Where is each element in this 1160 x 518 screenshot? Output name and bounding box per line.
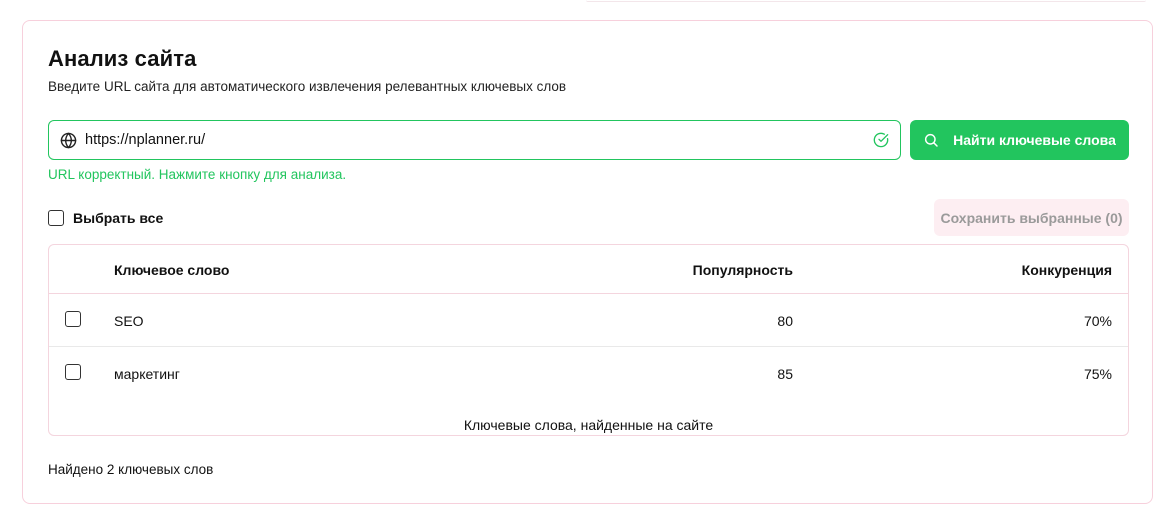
url-field[interactable] [48,120,901,160]
column-header-popularity[interactable]: Популярность [693,262,793,278]
find-keywords-button[interactable]: Найти ключевые слова [910,120,1129,160]
select-all-toggle[interactable]: Выбрать все [48,208,163,228]
keywords-table: Ключевое слово Популярность Конкуренция … [48,244,1129,436]
find-keywords-label: Найти ключевые слова [953,132,1116,148]
table-row[interactable]: SEO 80 70% [49,294,1128,347]
row-checkbox[interactable] [65,311,81,327]
popularity-cell: 85 [777,366,793,382]
row-checkbox[interactable] [65,364,81,380]
url-input[interactable] [85,129,865,151]
popularity-cell: 80 [777,313,793,329]
site-analysis-card: Анализ сайта Введите URL сайта для автом… [22,20,1153,504]
page-subtitle: Введите URL сайта для автоматического из… [48,79,567,94]
select-all-label: Выбрать все [73,210,164,226]
competition-cell: 70% [1083,313,1112,329]
url-validation-message: URL корректный. Нажмите кнопку для анали… [48,167,347,182]
results-count: Найдено 2 ключевых слов [48,462,214,477]
search-icon [925,133,938,147]
table-header: Ключевое слово Популярность Конкуренция [49,245,1128,294]
column-header-competition[interactable]: Конкуренция [1022,262,1112,278]
page-title: Анализ сайта [48,46,197,71]
keyword-cell: SEO [114,313,144,329]
check-circle-icon [873,132,889,148]
keyword-cell: маркетинг [114,366,180,382]
select-all-checkbox[interactable] [48,210,64,226]
table-row[interactable]: маркетинг 85 75% [49,347,1128,400]
globe-icon [60,132,77,149]
top-strip-divider [586,0,1146,2]
competition-cell: 75% [1083,366,1112,382]
save-selected-button[interactable]: Сохранить выбранные (0) [934,199,1129,236]
table-caption: Ключевые слова, найденные на сайте [463,417,714,433]
column-header-keyword[interactable]: Ключевое слово [114,262,229,278]
